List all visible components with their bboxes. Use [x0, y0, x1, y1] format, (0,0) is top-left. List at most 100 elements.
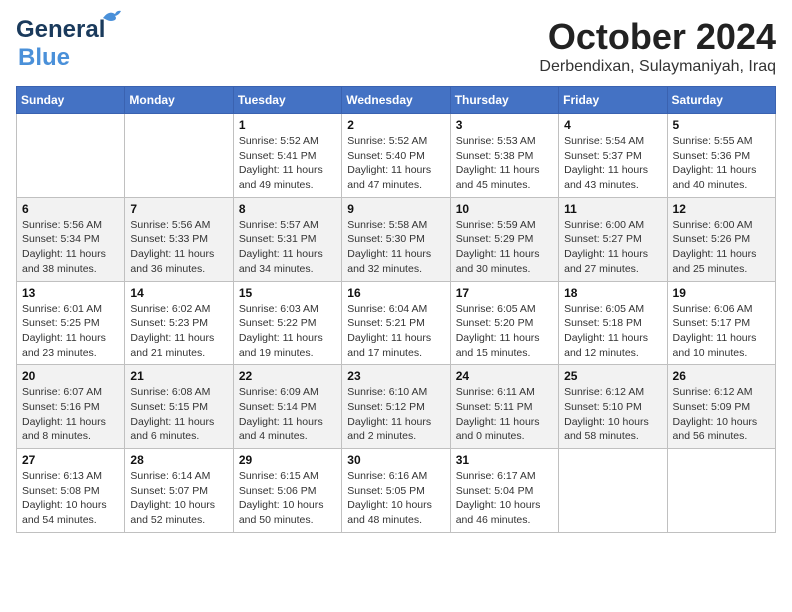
- day-info: Sunrise: 5:52 AM Sunset: 5:41 PM Dayligh…: [239, 134, 336, 193]
- calendar-cell: 4 Sunrise: 5:54 AM Sunset: 5:37 PM Daylig…: [559, 114, 667, 198]
- calendar-week-row: 20 Sunrise: 6:07 AM Sunset: 5:16 PM Dayli…: [17, 365, 776, 449]
- calendar-cell: 20 Sunrise: 6:07 AM Sunset: 5:16 PM Dayli…: [17, 365, 125, 449]
- calendar-cell: 24Sunrise: 6:11 AM Sunset: 5:11 PM Dayli…: [450, 365, 558, 449]
- day-info: Sunrise: 6:15 AM Sunset: 5:06 PM Dayligh…: [239, 469, 336, 528]
- day-number: 25: [564, 369, 661, 383]
- day-number: 2: [347, 118, 444, 132]
- calendar-cell: [125, 114, 233, 198]
- day-info: Sunrise: 6:12 AM Sunset: 5:09 PM Dayligh…: [673, 385, 770, 444]
- day-number: 18: [564, 286, 661, 300]
- day-number: 4: [564, 118, 661, 132]
- calendar-cell: 29 Sunrise: 6:15 AM Sunset: 5:06 PM Dayli…: [233, 449, 341, 533]
- day-number: 30: [347, 453, 444, 467]
- month-title: October 2024: [539, 16, 776, 58]
- calendar-cell: 26 Sunrise: 6:12 AM Sunset: 5:09 PM Dayli…: [667, 365, 775, 449]
- calendar-cell: 12 Sunrise: 6:00 AM Sunset: 5:26 PM Dayli…: [667, 197, 775, 281]
- calendar-week-row: 6Sunrise: 5:56 AM Sunset: 5:34 PM Daylig…: [17, 197, 776, 281]
- day-number: 31: [456, 453, 553, 467]
- day-info: Sunrise: 5:56 AM Sunset: 5:33 PM Dayligh…: [130, 218, 227, 277]
- day-info: Sunrise: 6:00 AM Sunset: 5:26 PM Dayligh…: [673, 218, 770, 277]
- calendar-week-row: 13 Sunrise: 6:01 AM Sunset: 5:25 PM Dayli…: [17, 281, 776, 365]
- day-number: 29: [239, 453, 336, 467]
- calendar-cell: 3 Sunrise: 5:53 AM Sunset: 5:38 PM Daylig…: [450, 114, 558, 198]
- calendar-cell: 10Sunrise: 5:59 AM Sunset: 5:29 PM Dayli…: [450, 197, 558, 281]
- day-number: 13: [22, 286, 119, 300]
- day-info: Sunrise: 6:10 AM Sunset: 5:12 PM Dayligh…: [347, 385, 444, 444]
- calendar-cell: 8 Sunrise: 5:57 AM Sunset: 5:31 PM Daylig…: [233, 197, 341, 281]
- day-info: Sunrise: 5:57 AM Sunset: 5:31 PM Dayligh…: [239, 218, 336, 277]
- day-number: 22: [239, 369, 336, 383]
- page-header: General Blue October 2024 Derbendixan, S…: [16, 16, 776, 76]
- day-info: Sunrise: 6:16 AM Sunset: 5:05 PM Dayligh…: [347, 469, 444, 528]
- day-number: 17: [456, 286, 553, 300]
- calendar-header-thursday: Thursday: [450, 87, 558, 114]
- calendar-cell: 19 Sunrise: 6:06 AM Sunset: 5:17 PM Dayli…: [667, 281, 775, 365]
- logo: General Blue: [16, 16, 105, 72]
- calendar-cell: 27Sunrise: 6:13 AM Sunset: 5:08 PM Dayli…: [17, 449, 125, 533]
- day-number: 24: [456, 369, 553, 383]
- day-info: Sunrise: 6:08 AM Sunset: 5:15 PM Dayligh…: [130, 385, 227, 444]
- day-info: Sunrise: 6:05 AM Sunset: 5:20 PM Dayligh…: [456, 302, 553, 361]
- logo-blue: Blue: [18, 44, 70, 72]
- calendar-cell: 9 Sunrise: 5:58 AM Sunset: 5:30 PM Daylig…: [342, 197, 450, 281]
- calendar-header-wednesday: Wednesday: [342, 87, 450, 114]
- day-info: Sunrise: 6:13 AM Sunset: 5:08 PM Dayligh…: [22, 469, 119, 528]
- calendar-table: SundayMondayTuesdayWednesdayThursdayFrid…: [16, 86, 776, 533]
- day-info: Sunrise: 6:07 AM Sunset: 5:16 PM Dayligh…: [22, 385, 119, 444]
- day-number: 10: [456, 202, 553, 216]
- calendar-cell: 30 Sunrise: 6:16 AM Sunset: 5:05 PM Dayli…: [342, 449, 450, 533]
- day-info: Sunrise: 6:06 AM Sunset: 5:17 PM Dayligh…: [673, 302, 770, 361]
- logo-bird-icon: [101, 8, 123, 26]
- day-number: 23: [347, 369, 444, 383]
- calendar-cell: 28Sunrise: 6:14 AM Sunset: 5:07 PM Dayli…: [125, 449, 233, 533]
- day-number: 12: [673, 202, 770, 216]
- day-info: Sunrise: 6:09 AM Sunset: 5:14 PM Dayligh…: [239, 385, 336, 444]
- day-number: 16: [347, 286, 444, 300]
- calendar-cell: 31Sunrise: 6:17 AM Sunset: 5:04 PM Dayli…: [450, 449, 558, 533]
- day-info: Sunrise: 5:55 AM Sunset: 5:36 PM Dayligh…: [673, 134, 770, 193]
- calendar-cell: 23 Sunrise: 6:10 AM Sunset: 5:12 PM Dayli…: [342, 365, 450, 449]
- day-info: Sunrise: 6:05 AM Sunset: 5:18 PM Dayligh…: [564, 302, 661, 361]
- day-info: Sunrise: 5:54 AM Sunset: 5:37 PM Dayligh…: [564, 134, 661, 193]
- calendar-cell: 17 Sunrise: 6:05 AM Sunset: 5:20 PM Dayli…: [450, 281, 558, 365]
- title-block: October 2024 Derbendixan, Sulaymaniyah, …: [539, 16, 776, 76]
- calendar-cell: 18 Sunrise: 6:05 AM Sunset: 5:18 PM Dayli…: [559, 281, 667, 365]
- day-number: 19: [673, 286, 770, 300]
- day-number: 5: [673, 118, 770, 132]
- calendar-cell: 22 Sunrise: 6:09 AM Sunset: 5:14 PM Dayli…: [233, 365, 341, 449]
- calendar-cell: [559, 449, 667, 533]
- day-number: 7: [130, 202, 227, 216]
- day-number: 8: [239, 202, 336, 216]
- calendar-cell: 6Sunrise: 5:56 AM Sunset: 5:34 PM Daylig…: [17, 197, 125, 281]
- day-number: 20: [22, 369, 119, 383]
- day-number: 1: [239, 118, 336, 132]
- location-title: Derbendixan, Sulaymaniyah, Iraq: [539, 58, 776, 76]
- calendar-cell: 2Sunrise: 5:52 AM Sunset: 5:40 PM Daylig…: [342, 114, 450, 198]
- day-info: Sunrise: 6:00 AM Sunset: 5:27 PM Dayligh…: [564, 218, 661, 277]
- calendar-header-friday: Friday: [559, 87, 667, 114]
- day-info: Sunrise: 6:01 AM Sunset: 5:25 PM Dayligh…: [22, 302, 119, 361]
- day-info: Sunrise: 6:12 AM Sunset: 5:10 PM Dayligh…: [564, 385, 661, 444]
- day-info: Sunrise: 5:56 AM Sunset: 5:34 PM Dayligh…: [22, 218, 119, 277]
- calendar-cell: 15Sunrise: 6:03 AM Sunset: 5:22 PM Dayli…: [233, 281, 341, 365]
- calendar-cell: 13 Sunrise: 6:01 AM Sunset: 5:25 PM Dayli…: [17, 281, 125, 365]
- calendar-header-sunday: Sunday: [17, 87, 125, 114]
- logo-general: General: [16, 16, 105, 43]
- day-number: 26: [673, 369, 770, 383]
- day-number: 3: [456, 118, 553, 132]
- day-info: Sunrise: 6:02 AM Sunset: 5:23 PM Dayligh…: [130, 302, 227, 361]
- calendar-header-saturday: Saturday: [667, 87, 775, 114]
- calendar-cell: 25 Sunrise: 6:12 AM Sunset: 5:10 PM Dayli…: [559, 365, 667, 449]
- calendar-cell: 14 Sunrise: 6:02 AM Sunset: 5:23 PM Dayli…: [125, 281, 233, 365]
- calendar-cell: 11 Sunrise: 6:00 AM Sunset: 5:27 PM Dayli…: [559, 197, 667, 281]
- calendar-cell: [17, 114, 125, 198]
- calendar-cell: 5 Sunrise: 5:55 AM Sunset: 5:36 PM Daylig…: [667, 114, 775, 198]
- day-number: 28: [130, 453, 227, 467]
- day-number: 11: [564, 202, 661, 216]
- day-number: 21: [130, 369, 227, 383]
- day-number: 14: [130, 286, 227, 300]
- day-number: 15: [239, 286, 336, 300]
- day-number: 9: [347, 202, 444, 216]
- day-info: Sunrise: 5:58 AM Sunset: 5:30 PM Dayligh…: [347, 218, 444, 277]
- day-info: Sunrise: 5:53 AM Sunset: 5:38 PM Dayligh…: [456, 134, 553, 193]
